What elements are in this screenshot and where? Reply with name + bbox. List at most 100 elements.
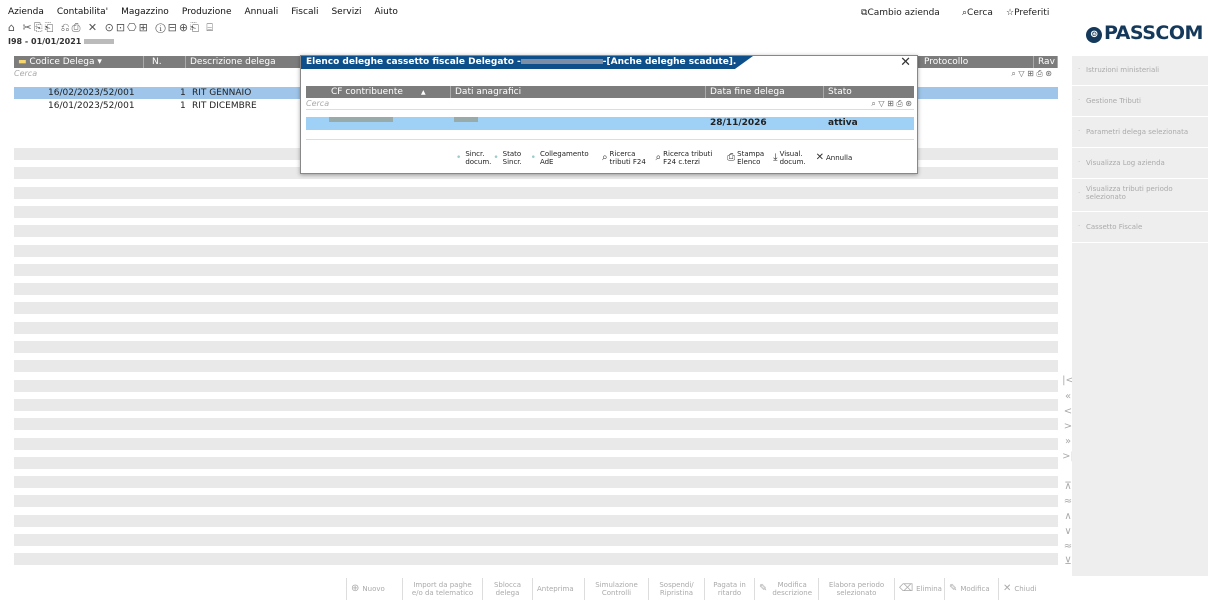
empty-row	[14, 476, 1058, 489]
side-panel: Istruzioni ministeriali Gestione Tributi…	[1072, 56, 1208, 576]
dialog-search-input[interactable]: Cerca ⌕ ▽ ⊞ ⎙ ⊛	[306, 99, 914, 110]
elabora-button[interactable]: Elabora periodo selezionato	[818, 578, 894, 600]
search-icon: ⌕	[655, 152, 662, 163]
menu-servizi[interactable]: Servizi	[331, 7, 361, 19]
collegamento-ade-button[interactable]: • Collegamento AdE	[528, 150, 599, 166]
sospendi-button[interactable]: Sospendi/ Ripristina	[648, 578, 704, 600]
dialog-toolbar: • Sincr. docum. • Stato Sincr. • Collegamen…	[453, 144, 855, 172]
modifica-descrizione-button[interactable]: ✎ Modifica descrizione	[754, 578, 818, 600]
company-label: I98 - 01/01/2021	[8, 37, 115, 46]
star-icon: ☆	[1006, 8, 1015, 18]
main-toolbar-icons[interactable]: ⌂ ✂⎘⎗ ⎌⎙ ✕ ⊙⊡⎔⊞ ⓘ⊟⊕⎗ ⌸	[8, 21, 215, 35]
close-icon: ✕	[1003, 583, 1012, 594]
empty-row	[14, 553, 1058, 566]
dialog-close-icon[interactable]: ✕	[900, 55, 911, 70]
divider	[306, 139, 914, 140]
table-row[interactable]: 28/11/2026 attiva	[306, 117, 914, 130]
empty-row	[14, 495, 1058, 508]
side-visualizza-log[interactable]: Visualizza Log azienda	[1072, 149, 1208, 179]
stampa-elenco-button[interactable]: ⎙ Stampa Elenco	[724, 150, 770, 166]
side-cassetto-fiscale[interactable]: Cassetto Fiscale	[1072, 213, 1208, 243]
empty-row	[14, 534, 1058, 546]
empty-row	[14, 186, 1058, 199]
empty-row	[14, 205, 1058, 218]
trash-icon: ⌫	[899, 583, 914, 594]
new-icon: ⊕	[351, 583, 360, 594]
menu-azienda[interactable]: Azienda	[8, 7, 44, 19]
ricerca-f24-button[interactable]: ⌕ Ricerca tributi F24	[599, 150, 653, 166]
dialog-grid-header: CF contribuente ▲ Dati anagrafici Data fi…	[306, 86, 914, 98]
stato-sincr-button[interactable]: • Stato Sincr.	[490, 150, 527, 166]
side-istruzioni[interactable]: Istruzioni ministeriali	[1072, 56, 1208, 86]
empty-row	[14, 283, 1058, 296]
empty-row	[14, 437, 1058, 450]
menu-annuali[interactable]: Annuali	[244, 7, 278, 19]
visual-docum-button[interactable]: ⤓ Visual. docum.	[770, 150, 812, 166]
pencil-icon: ✎	[949, 583, 958, 594]
printer-icon: ⎙	[727, 152, 736, 163]
side-visualizza-tributi[interactable]: Visualizza tributi periodo selezionato	[1072, 180, 1208, 212]
col-n[interactable]: N.	[148, 56, 186, 68]
empty-row	[14, 244, 1058, 257]
anteprima-button[interactable]: Anteprima	[532, 578, 584, 600]
empty-row	[14, 302, 1058, 315]
elimina-button[interactable]: ⌫ Elimina	[894, 578, 944, 600]
ricerca-f24-terzi-button[interactable]: ⌕ Ricerca tributi F24 c.terzi	[653, 150, 725, 166]
annulla-button[interactable]: ✕ Annulla	[813, 152, 856, 163]
side-parametri-delega[interactable]: Parametri delega selezionata	[1072, 118, 1208, 148]
close-icon: ✕	[815, 152, 824, 163]
bullet-icon: •	[493, 153, 499, 163]
redacted-company	[84, 39, 115, 44]
empty-row	[14, 263, 1058, 276]
menu-aiuto[interactable]: Aiuto	[374, 7, 397, 19]
pencil-icon: ✎	[759, 583, 768, 594]
grid-search-icons[interactable]: ⌕ ▽ ⊞ ⎙ ⊛	[1011, 69, 1052, 79]
bullet-icon: •	[530, 153, 536, 163]
empty-row	[14, 360, 1058, 373]
menu-contabilita[interactable]: Contabilita'	[57, 7, 108, 19]
empty-row	[14, 514, 1058, 527]
bullet-icon: •	[456, 153, 462, 163]
empty-row	[14, 225, 1058, 238]
empty-row	[14, 418, 1058, 431]
side-gestione-tributi[interactable]: Gestione Tributi	[1072, 87, 1208, 117]
folder-icon: ▬	[18, 57, 30, 67]
empty-row	[14, 456, 1058, 469]
logo-mark-icon: ⊛	[1086, 27, 1102, 43]
empty-row	[14, 398, 1058, 411]
menu-produzione[interactable]: Produzione	[182, 7, 232, 19]
col-codice-delega[interactable]: ▬ Codice Delega ▾	[14, 56, 144, 68]
cerca-button[interactable]: ⌕Cerca	[962, 8, 993, 18]
sblocca-button[interactable]: Sblocca delega	[482, 578, 532, 600]
col-dati-anagrafici[interactable]: Dati anagrafici	[451, 86, 706, 98]
nuovo-button[interactable]: ⊕ Nuovo	[346, 578, 402, 600]
col-protocollo[interactable]: Protocollo	[920, 56, 1034, 68]
menu-bar: Azienda Contabilita' Magazzino Produzion…	[8, 7, 411, 19]
redacted-delegato	[520, 59, 603, 64]
menu-magazzino[interactable]: Magazzino	[121, 7, 169, 19]
sincr-docum-button[interactable]: • Sincr. docum.	[453, 150, 491, 166]
menu-fiscali[interactable]: Fiscali	[291, 7, 318, 19]
modifica-button[interactable]: ✎ Modifica	[944, 578, 998, 600]
chiudi-button[interactable]: ✕ Chiudi	[998, 578, 1042, 600]
download-icon: ⤓	[773, 152, 778, 163]
dialog-search-icons[interactable]: ⌕ ▽ ⊞ ⎙ ⊛	[871, 99, 912, 109]
cambio-azienda-button[interactable]: ⧉Cambio azienda	[861, 8, 940, 18]
preferiti-button[interactable]: ☆Preferiti	[1006, 8, 1049, 18]
dialog-title: Elenco deleghe cassetto fiscale Delegato…	[301, 56, 753, 69]
simulazione-button[interactable]: Simulazione Controlli	[584, 578, 648, 600]
empty-row	[14, 341, 1058, 353]
search-icon: ⌕	[601, 152, 608, 163]
import-button[interactable]: Import da paghe e/o da telematico	[402, 578, 482, 600]
pagata-button[interactable]: Pagata in ritardo	[704, 578, 754, 600]
empty-row	[14, 321, 1058, 334]
bottom-toolbar: ⊕ Nuovo Import da paghe e/o da telematico…	[346, 576, 1042, 602]
sort-asc-icon: ▲	[420, 89, 426, 96]
passcom-logo: ⊛ PASSCOM	[1086, 22, 1203, 44]
col-descrizione[interactable]: Descrizione delega	[186, 56, 301, 68]
sort-icon: ▾	[94, 57, 102, 67]
col-rav[interactable]: Rav	[1034, 56, 1058, 68]
col-stato[interactable]: Stato	[824, 86, 914, 98]
col-data-fine-delega[interactable]: Data fine delega	[706, 86, 824, 98]
col-cf-contribuente[interactable]: CF contribuente ▲	[306, 86, 451, 98]
